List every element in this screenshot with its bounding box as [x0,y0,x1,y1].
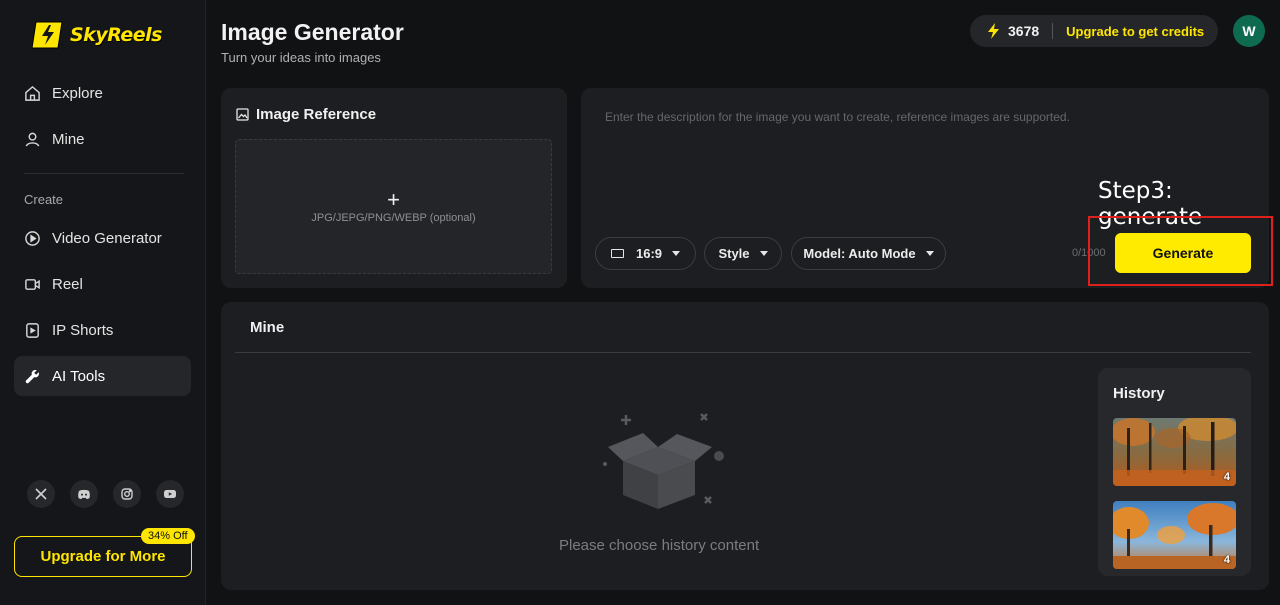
image-reference-heading: Image Reference [236,106,376,123]
x-icon [35,488,47,500]
social-links [27,480,184,508]
empty-box-icon [603,413,724,509]
sidebar-item-ai-tools[interactable]: AI Tools [14,356,191,396]
lightning-icon [988,23,999,39]
user-icon [25,132,40,146]
aspect-ratio-select[interactable]: 16:9 [595,237,696,270]
sidebar-item-label: AI Tools [52,367,106,385]
history-title: History [1113,385,1165,402]
image-icon [236,108,249,121]
sidebar-item-mine[interactable]: Mine [14,119,191,159]
discord-icon [78,489,90,499]
mine-panel: Mine Please choose history content Histo… [221,302,1269,590]
credits-count: 3678 [1008,23,1040,39]
discord-link[interactable] [70,480,98,508]
autumn-forest-image [1113,418,1236,486]
mine-title: Mine [250,319,285,336]
sidebar-item-label: Reel [52,275,83,293]
thumbnail-count: 4 [1223,471,1230,483]
avatar[interactable]: W [1233,15,1265,47]
autumn-trees-blue-sky-image [1113,501,1236,569]
aspect-ratio-value: 16:9 [635,246,663,261]
sidebar-item-label: Explore [52,84,103,102]
sidebar-item-ip-shorts[interactable]: IP Shorts [14,310,191,350]
logo-text: SkyReels [70,24,162,46]
caret-down-icon [925,251,934,256]
sidebar: SkyReels Explore Mine Create Video Gener… [0,0,206,605]
plus-icon: + [387,187,400,212]
history-thumbnail[interactable]: 4 [1113,501,1236,569]
model-label: Model: Auto Mode [803,246,916,261]
shorts-icon [26,322,39,338]
youtube-icon [164,490,176,498]
youtube-link[interactable] [156,480,184,508]
thumbnail-count: 4 [1223,554,1230,566]
image-reference-title: Image Reference [256,106,377,123]
x-link[interactable] [27,480,55,508]
upgrade-credits-link[interactable]: Upgrade to get credits [1066,24,1204,39]
empty-state-text: Please choose history content [559,537,760,554]
skyreels-logo[interactable]: SkyReels [32,18,162,52]
video-camera-icon [25,278,40,290]
sidebar-item-reel[interactable]: Reel [14,264,191,304]
history-thumbnail[interactable]: 4 [1113,418,1236,486]
step-highlight-box [1088,216,1273,286]
image-upload-dropzone[interactable]: + JPG/JEPG/PNG/WEBP (optional) [235,139,552,274]
page-subtitle: Turn your ideas into images [221,50,381,65]
sidebar-item-explore[interactable]: Explore [14,73,191,113]
sidebar-item-label: IP Shorts [52,321,114,339]
model-select[interactable]: Model: Auto Mode [791,237,946,270]
discount-badge: 34% Off [141,528,195,544]
mine-divider [235,352,1251,353]
play-circle-icon [25,230,40,246]
sidebar-divider [24,173,184,174]
sidebar-item-label: Mine [52,130,85,148]
sidebar-item-label: Video Generator [52,229,162,247]
caret-down-icon [672,251,681,256]
instagram-link[interactable] [113,480,141,508]
prompt-input[interactable] [605,110,1245,124]
caret-down-icon [759,251,768,256]
image-reference-panel: Image Reference + JPG/JEPG/PNG/WEBP (opt… [221,88,567,288]
upload-format-hint: JPG/JEPG/PNG/WEBP (optional) [311,212,476,224]
style-select[interactable]: Style [704,237,782,270]
section-label-create: Create [24,192,64,207]
instagram-icon [121,488,133,500]
style-label: Style [718,246,750,261]
history-panel: History 4 4 [1098,368,1251,576]
logo-icon [32,21,63,49]
wrench-icon [25,369,39,383]
sidebar-item-video-generator[interactable]: Video Generator [14,218,191,258]
credits-separator [1052,23,1054,39]
aspect-ratio-icon [610,249,624,258]
credits-pill: 3678 Upgrade to get credits [970,15,1218,47]
home-icon [25,85,40,101]
page-title: Image Generator [221,19,404,45]
